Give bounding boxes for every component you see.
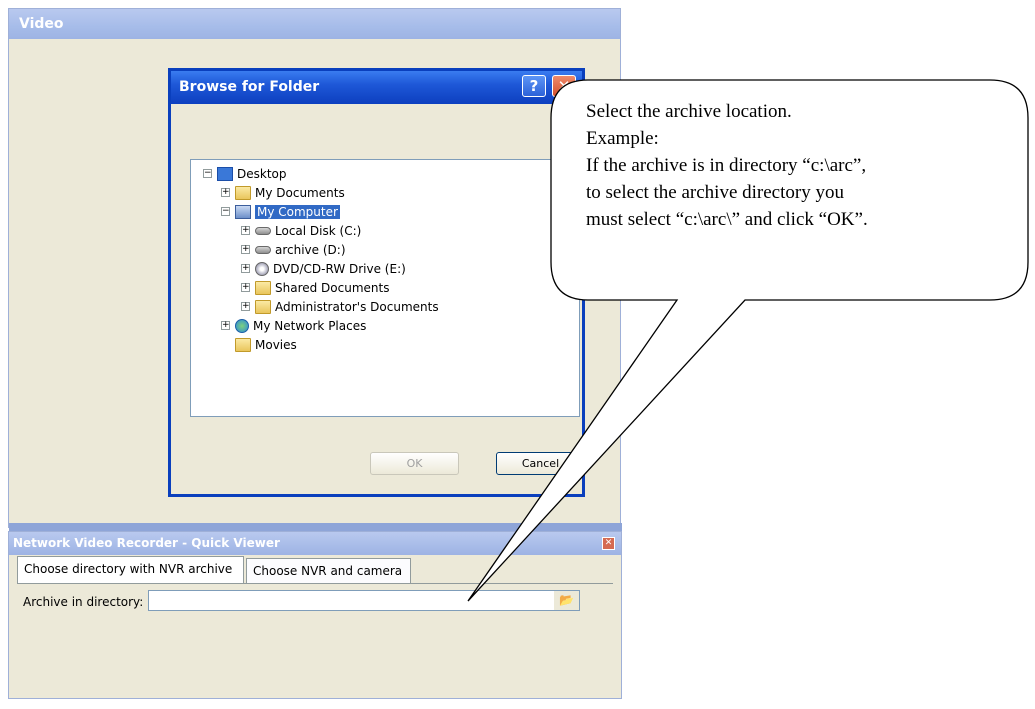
callout-line: Example: xyxy=(586,128,659,149)
callout-line: Select the archive location. xyxy=(586,101,792,122)
callout-line: must select “c:\arc\” and click “OK”. xyxy=(586,209,868,230)
callout-line: If the archive is in directory “c:\arc”, xyxy=(586,155,867,176)
callout-text: Select the archive location. Example: If… xyxy=(586,98,1026,233)
callout-line: to select the archive directory you xyxy=(586,182,844,203)
